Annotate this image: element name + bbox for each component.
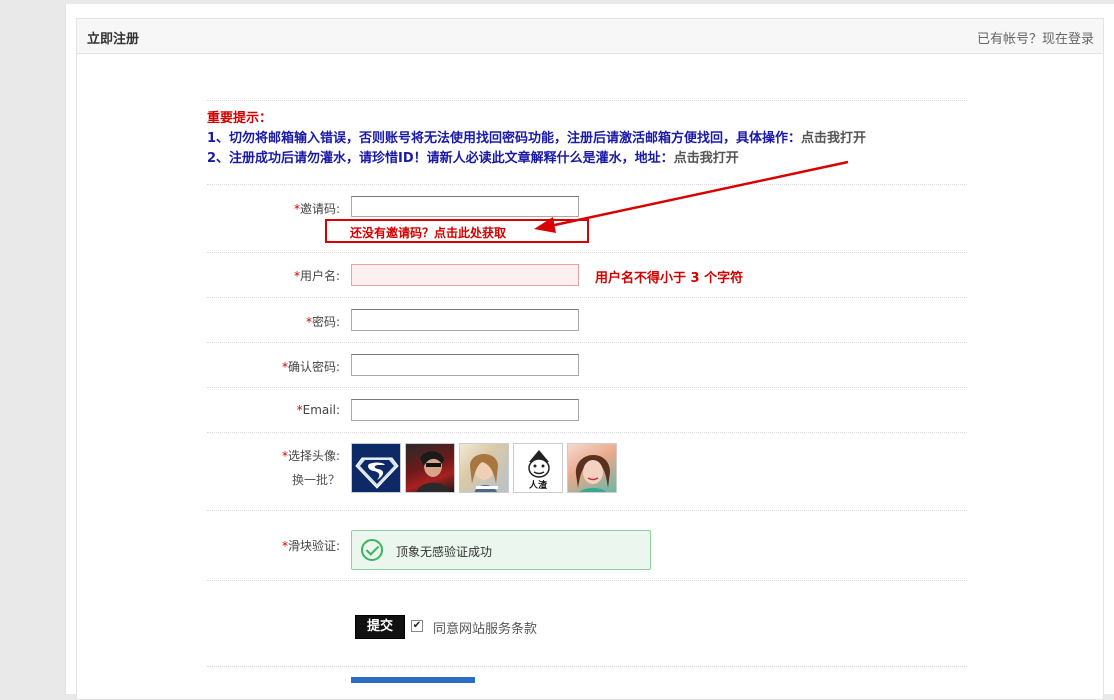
next-field-edge — [351, 677, 475, 683]
notice-title: 重要提示： — [207, 111, 273, 126]
avatar-option-2[interactable] — [405, 443, 455, 493]
username-error: 用户名不得小于 3 个字符 — [595, 271, 744, 286]
avatar-option-5[interactable] — [567, 443, 617, 493]
register-content: 重要提示： 1、切勿将邮箱输入错误，否则账号将无法使用找回密码功能，注册后请激活… — [207, 100, 967, 683]
notice-line-2-link[interactable]: 点击我打开 — [674, 151, 739, 166]
slider-row: *滑块验证: 顶象无感验证成功 — [207, 510, 967, 581]
notice-line-1-text: 1、切勿将邮箱输入错误，否则账号将无法使用找回密码功能，注册后请激活邮箱方便找回… — [207, 131, 802, 146]
password-input[interactable] — [351, 309, 579, 331]
get-invite-link[interactable]: 还没有邀请码？点击此处获取 — [325, 219, 589, 243]
slider-label: *滑块验证: — [282, 537, 340, 554]
login-link[interactable]: 已有帐号？现在登录 — [977, 28, 1094, 47]
portrait-icon — [470, 454, 498, 492]
notice-line-2-text: 2、注册成功后请勿灌水，请珍惜ID！请新人必读此文章解释什么是灌水，地址： — [207, 151, 674, 166]
confirm-password-row: *确认密码: — [207, 342, 967, 388]
username-row: *用户名: 用户名不得小于 3 个字符 — [207, 252, 967, 298]
avatar-option-4[interactable]: 人渣 — [513, 443, 563, 493]
password-row: *密码: — [207, 297, 967, 343]
avatar-row: *选择头像: 换一批？ 人渣 — [207, 432, 967, 511]
invite-input[interactable] — [351, 196, 579, 217]
invite-row: *邀请码: 还没有邀请码？点击此处获取 — [207, 184, 967, 253]
submit-row: 提交 ✔ 同意网站服务条款 — [207, 580, 967, 667]
invite-label-text: 邀请码: — [299, 202, 340, 216]
notice-block: 重要提示： 1、切勿将邮箱输入错误，否则账号将无法使用找回密码功能，注册后请激活… — [207, 100, 967, 182]
email-label: *Email: — [297, 403, 340, 417]
avatar-4-caption: 人渣 — [529, 481, 548, 491]
username-label: *用户名: — [294, 267, 340, 284]
email-input[interactable] — [351, 399, 579, 421]
confirm-password-input[interactable] — [351, 354, 579, 376]
confirm-password-label-text: 确认密码: — [287, 360, 340, 374]
portrait-icon — [416, 451, 450, 492]
username-label-text: 用户名: — [299, 269, 340, 283]
success-check-icon — [361, 539, 383, 561]
avatar-label-text: 选择头像: — [287, 449, 340, 463]
portrait-icon — [575, 454, 610, 492]
password-label-text: 密码: — [311, 315, 340, 329]
slider-captcha[interactable]: 顶象无感验证成功 — [351, 530, 651, 570]
slider-label-text: 滑块验证: — [287, 539, 340, 553]
notice-line-2: 2、注册成功后请勿灌水，请珍惜ID！请新人必读此文章解释什么是灌水，地址：点击我… — [207, 147, 739, 166]
email-label-text: Email: — [302, 403, 340, 417]
avatar-option-superman[interactable] — [351, 443, 401, 493]
password-label: *密码: — [306, 313, 340, 330]
submit-button[interactable]: 提交 — [355, 615, 405, 639]
avatar-label: *选择头像: — [282, 447, 340, 464]
change-avatars-link[interactable]: 换一批？ — [292, 471, 340, 488]
register-header: 立即注册 已有帐号？现在登录 — [77, 19, 1103, 54]
invite-label: *邀请码: — [294, 200, 340, 217]
avatar-option-3[interactable] — [459, 443, 509, 493]
bottom-row — [207, 666, 967, 687]
superman-logo-icon — [355, 457, 399, 489]
captcha-status: 顶象无感验证成功 — [396, 545, 493, 559]
username-input[interactable] — [351, 264, 579, 286]
page-title: 立即注册 — [87, 32, 140, 47]
notice-line-1-link[interactable]: 点击我打开 — [801, 131, 866, 146]
agree-checkbox[interactable]: ✔ — [411, 620, 423, 632]
notice-line-1: 1、切勿将邮箱输入错误，否则账号将无法使用找回密码功能，注册后请激活邮箱方便找回… — [207, 127, 866, 146]
email-row: *Email: — [207, 387, 967, 433]
agree-label: 同意网站服务条款 — [433, 622, 538, 637]
confirm-password-label: *确认密码: — [282, 358, 340, 375]
